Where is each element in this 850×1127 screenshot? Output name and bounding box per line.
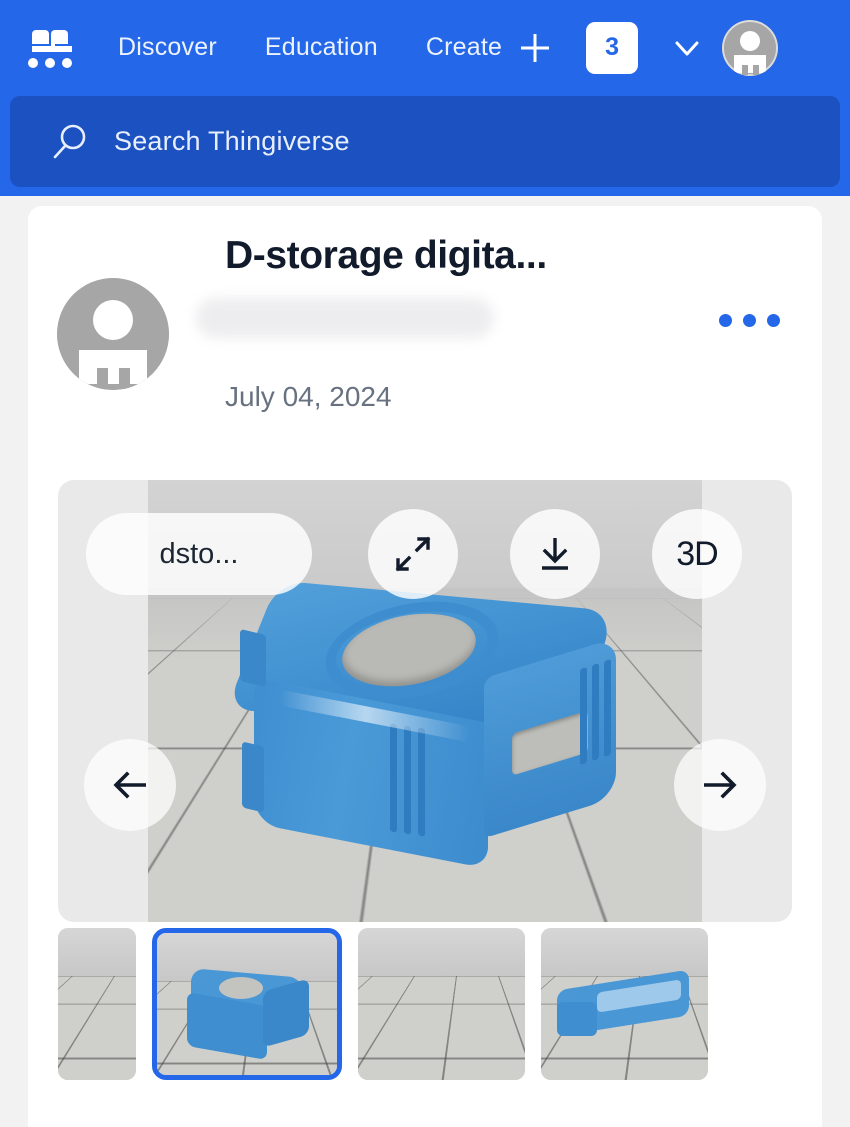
thing-header: D-storage digita... July 04, 2024 bbox=[28, 206, 822, 456]
thumbnail-4[interactable] bbox=[541, 928, 708, 1080]
expand-arrows-icon[interactable] bbox=[368, 509, 458, 599]
download-icon[interactable] bbox=[510, 509, 600, 599]
author-avatar[interactable] bbox=[57, 278, 169, 390]
top-navbar: Discover Education Create 3 bbox=[0, 0, 850, 95]
nav-item-education[interactable]: Education bbox=[263, 29, 380, 66]
thingiverse-thing-page: Discover Education Create 3 Search Thing… bbox=[0, 0, 850, 1127]
thing-card: D-storage digita... July 04, 2024 dsto..… bbox=[28, 206, 822, 1127]
nav-item-create[interactable]: Create bbox=[424, 29, 504, 66]
search-input[interactable]: Search Thingiverse bbox=[10, 96, 840, 187]
user-avatar-icon[interactable] bbox=[722, 19, 779, 76]
author-name-redacted bbox=[196, 298, 494, 338]
page-title: D-storage digita... bbox=[225, 234, 547, 277]
search-placeholder: Search Thingiverse bbox=[114, 126, 350, 156]
model-viewer[interactable]: dsto... 3D bbox=[58, 480, 792, 922]
plus-icon[interactable] bbox=[518, 31, 552, 65]
thumbnail-1[interactable] bbox=[58, 928, 136, 1080]
thing-date: July 04, 2024 bbox=[225, 381, 392, 412]
3d-model-case bbox=[226, 580, 660, 876]
arrow-left-icon[interactable] bbox=[84, 739, 176, 831]
thingiverse-logo-icon[interactable] bbox=[26, 26, 78, 70]
notification-badge[interactable]: 3 bbox=[586, 21, 639, 74]
search-icon bbox=[52, 123, 90, 161]
thumbnail-2[interactable] bbox=[152, 928, 342, 1080]
thumbnail-strip bbox=[58, 928, 792, 1080]
ellipsis-icon[interactable] bbox=[719, 314, 780, 327]
thumbnail-3[interactable] bbox=[358, 928, 525, 1080]
site-header: Discover Education Create 3 Search Thing… bbox=[0, 0, 850, 196]
model-file-name-chip[interactable]: dsto... bbox=[86, 513, 312, 595]
3d-view-button[interactable]: 3D bbox=[652, 509, 742, 599]
chevron-down-icon[interactable] bbox=[670, 31, 704, 65]
3d-view-label: 3D bbox=[676, 534, 718, 573]
nav-item-discover[interactable]: Discover bbox=[116, 29, 219, 66]
arrow-right-icon[interactable] bbox=[674, 739, 766, 831]
